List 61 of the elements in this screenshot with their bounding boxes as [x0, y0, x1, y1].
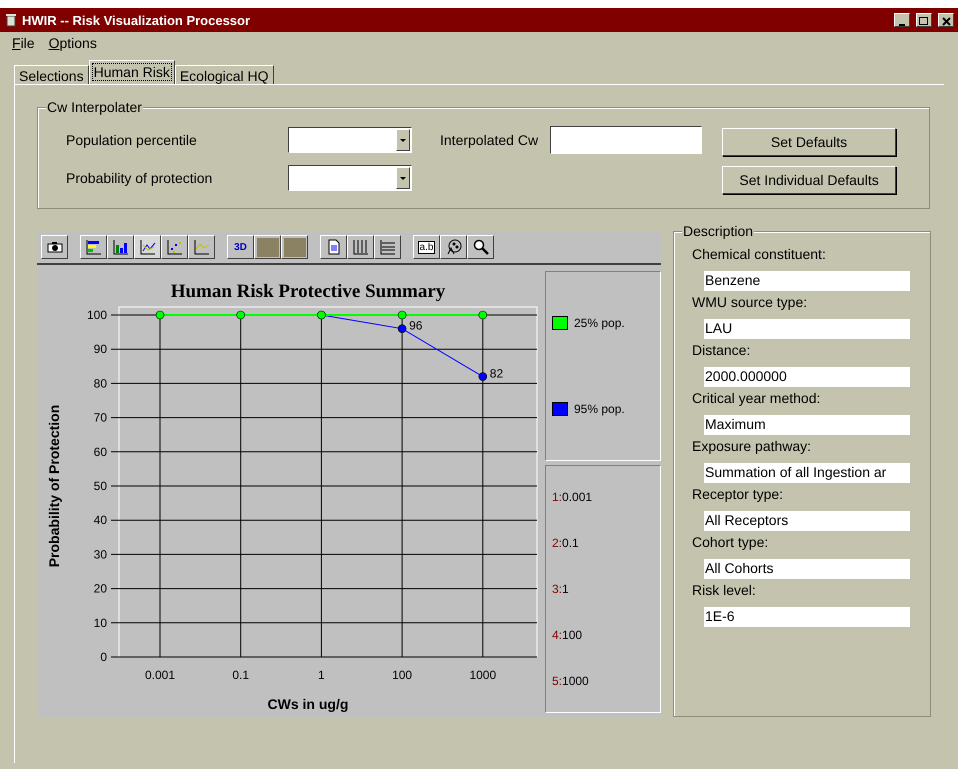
category-legend-item: 5:1000 — [552, 674, 590, 688]
description-value: Benzene — [704, 271, 910, 291]
description-label: Distance: — [692, 342, 752, 360]
y-tick-label: 100 — [86, 308, 107, 322]
y-tick-label: 30 — [94, 547, 107, 562]
group-title: Cw Interpolater — [46, 99, 143, 115]
description-label: Cohort type: — [692, 534, 770, 552]
toolbar-button[interactable]: 3D — [227, 235, 254, 259]
3d-label: 3D — [234, 242, 247, 252]
menu-item[interactable]: File — [12, 35, 35, 54]
y-tick-label: 80 — [94, 376, 107, 390]
x-axis-title: CWs in ug/g — [268, 696, 348, 712]
description-value: All Cohorts — [704, 559, 910, 579]
y-tick-label: 50 — [94, 479, 107, 493]
data-label: 96 — [409, 318, 422, 333]
description-value: Maximum — [704, 415, 910, 435]
y-axis-title: Probability of Protection — [46, 404, 62, 568]
description-label: WMU source type: — [692, 294, 808, 312]
description-value: 1E-6 — [704, 607, 910, 627]
description-value: Summation of all Ingestion ar — [704, 463, 910, 483]
description-label: Critical year method: — [692, 390, 822, 408]
data-label: 82 — [490, 366, 504, 381]
description-label: Risk level: — [692, 582, 757, 600]
y-tick-label: 60 — [94, 444, 107, 459]
category-legend-item: 1:0.001 — [552, 490, 594, 504]
legend-label: 25% pop. — [574, 316, 625, 330]
description-value: LAU — [704, 319, 910, 339]
y-tick-label: 90 — [94, 342, 107, 356]
tab[interactable]: Ecological HQ — [174, 65, 274, 85]
description-value: All Receptors — [704, 511, 910, 531]
y-tick-label: 10 — [94, 616, 107, 630]
menu-item[interactable]: Options — [48, 35, 97, 54]
field-label: Population percentile — [66, 132, 198, 148]
description-value: 2000.000000 — [704, 367, 910, 387]
x-tick-label: 0.001 — [144, 668, 176, 682]
category-legend-item: 2:0.1 — [552, 536, 580, 550]
y-tick-label: 20 — [94, 582, 107, 596]
x-tick-label: 1 — [318, 668, 325, 682]
defaults-button[interactable]: Set Defaults — [722, 128, 896, 156]
text-label-icon: a.b — [418, 240, 436, 254]
y-tick-label: 0 — [100, 650, 107, 664]
chart-title: Human Risk Protective Summary — [170, 281, 446, 302]
tab[interactable]: Human Risk — [88, 60, 175, 84]
window-title: HWIR -- Risk Visualization Processor — [22, 12, 252, 28]
category-legend-item: 4:100 — [552, 628, 584, 642]
description-label: Exposure pathway: — [692, 438, 812, 456]
x-tick-label: 0.1 — [232, 668, 250, 682]
defaults-button[interactable]: Set Individual Defaults — [722, 166, 896, 194]
y-tick-label: 70 — [94, 410, 107, 425]
group-title: Description — [682, 223, 754, 239]
toolbar-button[interactable]: a.b — [413, 235, 440, 259]
field-label: Interpolated Cw — [440, 132, 538, 148]
description-label: Chemical constituent: — [692, 246, 827, 264]
category-legend-item: 3:1 — [552, 582, 570, 596]
tab[interactable]: Selections — [14, 65, 89, 85]
x-tick-label: 100 — [392, 668, 412, 682]
field-label: Probability of protection — [66, 170, 214, 186]
description-label: Receptor type: — [692, 486, 784, 504]
x-tick-label: 1000 — [469, 668, 496, 682]
legend-label: 95% pop. — [574, 402, 625, 416]
y-tick-label: 40 — [94, 513, 107, 528]
